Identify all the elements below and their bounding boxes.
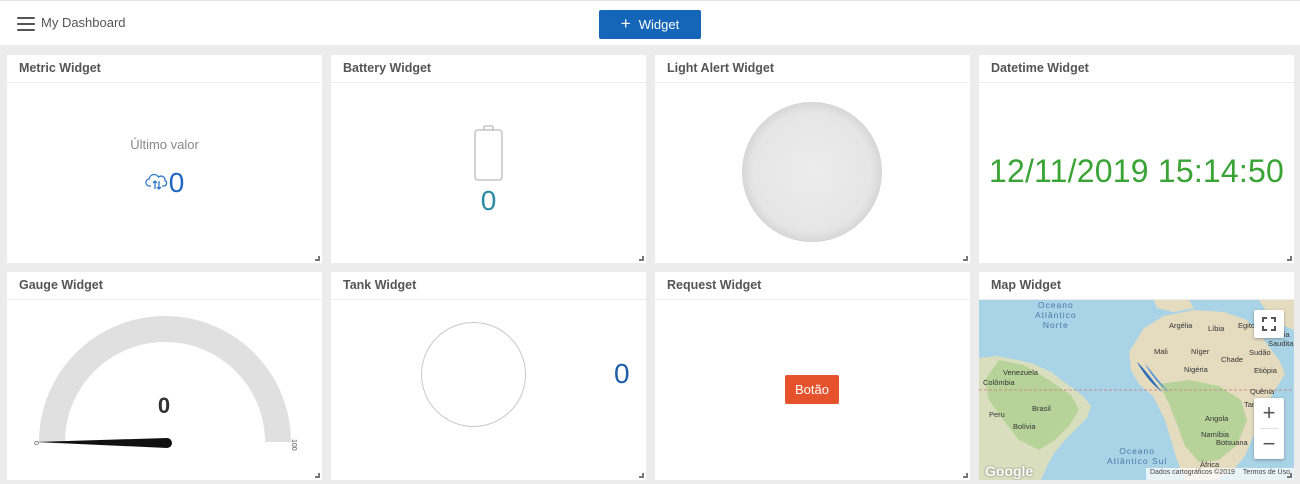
widget-title: Metric Widget <box>7 55 322 83</box>
widget-body: Último valor 0 <box>7 83 322 263</box>
resize-handle[interactable] <box>315 256 320 261</box>
resize-handle[interactable] <box>1287 473 1292 478</box>
map-label: Botsuana <box>1216 438 1248 447</box>
dashboard-title: My Dashboard <box>41 15 126 30</box>
ocean-label-south: Oceano Atlântico Sul <box>1107 446 1168 466</box>
ocean-label-north: Oceano Atlântico Norte <box>1035 300 1077 330</box>
gauge: 0 0 100 <box>32 316 297 451</box>
add-widget-label: Widget <box>638 17 680 32</box>
map-data-attribution[interactable]: Dados cartográficos ©2019 <box>1150 469 1235 479</box>
gauge-arc <box>39 316 291 442</box>
zoom-controls: + − <box>1254 398 1284 459</box>
metric-label: Último valor <box>130 137 199 152</box>
map-label: Mali <box>1154 347 1168 356</box>
map-attribution: Dados cartográficos ©2019 Termos de Uso <box>1145 468 1294 480</box>
map-label: Peru <box>989 410 1005 419</box>
widget-title: Light Alert Widget <box>655 55 970 83</box>
map-label: Angola <box>1205 414 1229 423</box>
gauge-widget: Gauge Widget 0 0 100 <box>7 272 322 480</box>
datetime-value: 12/11/2019 15:14:50 <box>988 153 1285 189</box>
gauge-value: 0 <box>158 393 170 418</box>
map-label: Colômbia <box>983 378 1015 387</box>
cloud-sync-icon <box>144 171 169 196</box>
map-label: Egito <box>1238 321 1256 330</box>
plus-icon: + <box>620 14 631 33</box>
request-widget: Request Widget Botão <box>655 272 970 480</box>
resize-handle[interactable] <box>963 473 968 478</box>
gauge-min-label: 0 <box>32 441 39 445</box>
fullscreen-icon <box>1262 317 1276 331</box>
map-label: Níger <box>1191 347 1210 356</box>
fullscreen-button[interactable] <box>1254 310 1284 338</box>
widget-title: Tank Widget <box>331 272 646 300</box>
map-label: Sudão <box>1249 348 1271 357</box>
map-label: Brasil <box>1032 404 1051 413</box>
tank-value: 0 <box>614 358 630 389</box>
widget-title: Battery Widget <box>331 55 646 83</box>
request-button[interactable]: Botão <box>785 375 839 404</box>
tank-widget: Tank Widget 0 <box>331 272 646 480</box>
map-label: Venezuela <box>1003 368 1039 377</box>
widget-body: 0 <box>331 83 646 263</box>
light-alert-widget: Light Alert Widget <box>655 55 970 263</box>
widget-title: Map Widget <box>979 272 1294 300</box>
widget-body <box>655 83 970 263</box>
metric-value: 0 <box>168 167 185 198</box>
battery-icon <box>474 125 503 181</box>
map-label: Chade <box>1221 355 1244 364</box>
resize-handle[interactable] <box>1287 256 1292 261</box>
map-label: Líbia <box>1208 324 1225 333</box>
resize-handle[interactable] <box>639 256 644 261</box>
zoom-out-button[interactable]: − <box>1254 429 1284 459</box>
resize-handle[interactable] <box>639 473 644 478</box>
widget-title: Request Widget <box>655 272 970 300</box>
map-label: Nigéria <box>1184 365 1208 374</box>
map-label: Bolívia <box>1013 422 1036 431</box>
resize-handle[interactable] <box>315 473 320 478</box>
map-widget: Map Widget Oceano Atlântico Norte Oceano At… <box>979 272 1294 480</box>
tank-indicator <box>421 322 526 427</box>
metric-widget: Metric Widget Último valor 0 <box>7 55 322 263</box>
top-bar: My Dashboard + Widget <box>0 0 1300 45</box>
map-view[interactable]: Oceano Atlântico Norte Oceano Atlântico Sul… <box>979 300 1294 480</box>
map-label: Etiópia <box>1254 366 1277 375</box>
battery-value: 0 <box>480 185 497 216</box>
zoom-in-button[interactable]: + <box>1254 398 1284 428</box>
datetime-widget: Datetime Widget 12/11/2019 15:14:50 <box>979 55 1294 263</box>
google-logo: Google <box>985 463 1034 479</box>
resize-handle[interactable] <box>963 256 968 261</box>
widget-title: Gauge Widget <box>7 272 322 300</box>
hamburger-menu-icon[interactable] <box>17 17 35 31</box>
add-widget-button[interactable]: + Widget <box>599 10 701 39</box>
widget-title: Datetime Widget <box>979 55 1294 83</box>
map-label: Quênia <box>1250 387 1275 396</box>
widget-body: 12/11/2019 15:14:50 <box>979 83 1294 263</box>
light-indicator <box>742 102 882 242</box>
widget-body: 0 0 100 <box>7 300 322 480</box>
map-terms-link[interactable]: Termos de Uso <box>1243 469 1290 479</box>
gauge-max-label: 100 <box>290 439 297 451</box>
map-label: Argélia <box>1169 321 1193 330</box>
widget-body: 0 <box>331 300 646 480</box>
widget-body: Botão <box>655 300 970 480</box>
battery-widget: Battery Widget 0 <box>331 55 646 263</box>
